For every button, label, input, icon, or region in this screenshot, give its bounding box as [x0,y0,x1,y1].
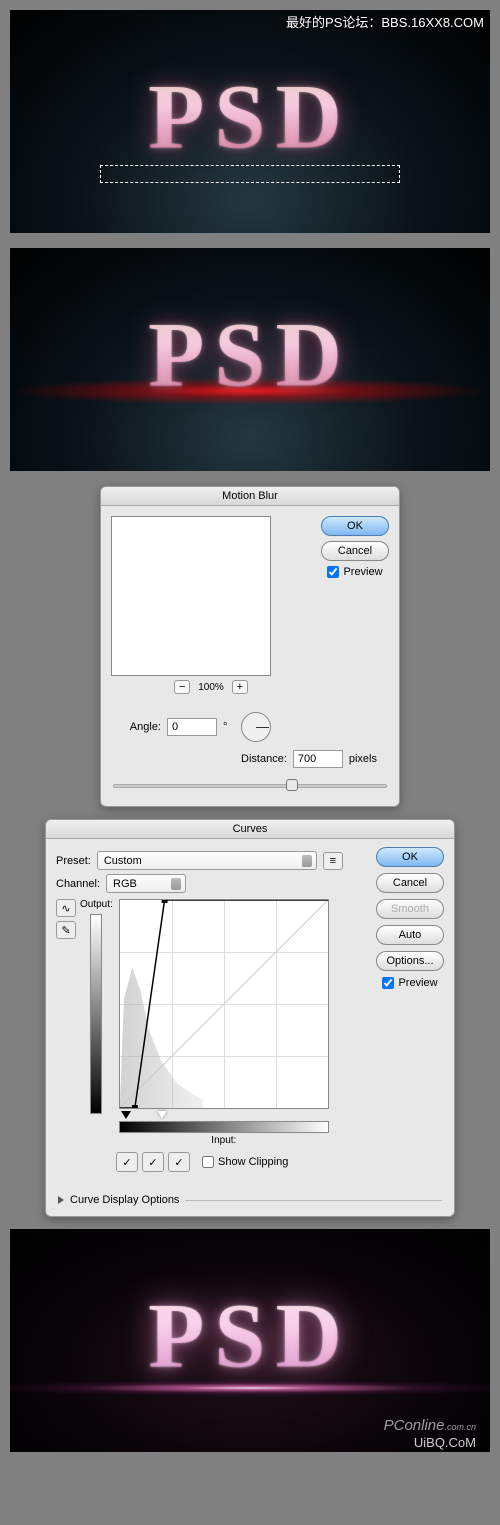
dialog-title: Motion Blur [101,487,399,506]
dialog-title: Curves [46,820,454,839]
show-clipping-label: Show Clipping [218,1156,288,1168]
channel-select[interactable]: RGB [106,874,186,893]
zoom-level: 100% [198,682,224,693]
options-button[interactable]: Options... [376,951,444,971]
psd-text: PSD [148,301,352,407]
preview-box [111,516,271,676]
output-gradient [90,914,102,1114]
angle-dial[interactable] [241,712,271,742]
psd-text: PSD [148,63,352,169]
curve-line [120,900,328,1108]
zoom-out-button[interactable]: − [174,680,190,694]
watermark-pconline: PConline.com.cn [384,1417,476,1434]
ok-button[interactable]: OK [321,516,389,536]
eyedropper-black-icon[interactable]: ✓ [116,1152,138,1172]
result-image-3: PSD PConline.com.cn UiBQ.CoM [10,1229,490,1452]
curve-grid[interactable] [119,899,329,1109]
auto-button[interactable]: Auto [376,925,444,945]
degree-symbol: ° [223,721,227,733]
curve-point-tool-icon[interactable]: ∿ [56,899,76,917]
eyedropper-white-icon[interactable]: ✓ [168,1152,190,1172]
preview-label: Preview [398,977,437,989]
distance-input[interactable] [293,750,343,768]
distance-unit: pixels [349,753,377,765]
preview-checkbox[interactable] [327,566,339,578]
watermark-uibq: UiBQ.CoM [414,1435,476,1450]
white-point-slider[interactable] [157,1111,167,1119]
zoom-in-button[interactable]: + [232,680,248,694]
psd-text: PSD [148,1282,352,1388]
preset-select[interactable]: Custom [97,851,317,870]
disclosure-label: Curve Display Options [70,1194,179,1206]
angle-label: Angle: [113,721,161,733]
show-clipping-checkbox[interactable] [202,1156,214,1168]
input-gradient [119,1121,329,1133]
angle-input[interactable] [167,718,217,736]
smooth-button[interactable]: Smooth [376,899,444,919]
eyedropper-gray-icon[interactable]: ✓ [142,1152,164,1172]
preview-label: Preview [343,566,382,578]
preset-menu-icon[interactable]: ≡ [323,852,343,870]
preset-label: Preset: [56,855,91,867]
cancel-button[interactable]: Cancel [376,873,444,893]
distance-label: Distance: [241,753,287,765]
curves-dialog: Curves Preset: Custom ≡ Channel: RGB ∿ ✎ [45,819,455,1217]
motion-blur-dialog: Motion Blur − 100% + OK Cancel Preview [100,486,400,807]
curve-pencil-tool-icon[interactable]: ✎ [56,921,76,939]
output-label: Output: [80,899,113,910]
result-image-1: 最好的PS论坛：BBS.16XX8.COM PSD [10,10,490,233]
cancel-button[interactable]: Cancel [321,541,389,561]
distance-slider[interactable] [113,776,387,794]
black-point-slider[interactable] [121,1111,131,1119]
result-image-2: PSD [10,248,490,471]
watermark-top: 最好的PS论坛：BBS.16XX8.COM [286,12,484,31]
ok-button[interactable]: OK [376,847,444,867]
preview-checkbox[interactable] [382,977,394,989]
channel-label: Channel: [56,878,100,890]
selection-marquee [100,165,400,183]
input-label: Input: [211,1135,236,1146]
disclosure-triangle-icon[interactable] [58,1196,64,1204]
